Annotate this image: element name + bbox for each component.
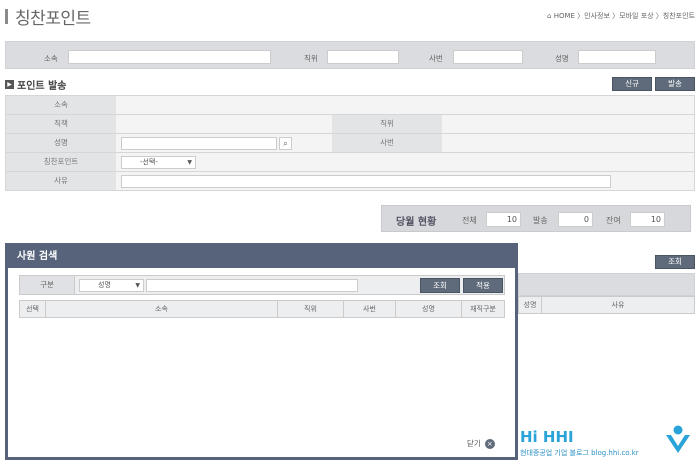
form-empno-value — [442, 134, 694, 152]
point-select-value: -선택- — [140, 158, 158, 166]
send-button[interactable]: 발송 — [655, 77, 695, 91]
modal-close-button[interactable]: 닫기 × — [467, 438, 495, 449]
form-name-input[interactable] — [121, 137, 277, 150]
search-filter-bar: 소속 직위 사번 성명 — [5, 41, 695, 69]
modal-type-select[interactable]: 성명 ▼ — [79, 279, 144, 292]
chevron-down-icon: ▼ — [187, 159, 192, 166]
form-job-label: 직책 — [6, 115, 116, 133]
monthly-status: 당월 현황 전체 10 발송 0 잔여 10 — [381, 205, 691, 232]
list-table-header: 성명 사유 — [518, 296, 695, 314]
list-filter-bar — [518, 273, 695, 296]
search-name-input[interactable] — [578, 50, 656, 64]
modal-close-label: 닫기 — [467, 439, 481, 448]
form-dept-value — [116, 96, 694, 114]
section-title: ▶ 포인트 발송 — [5, 77, 66, 92]
search-position-input[interactable] — [327, 50, 399, 64]
search-position-label: 직위 — [304, 54, 318, 63]
form-dept-label: 소속 — [6, 96, 116, 114]
form-empno-label: 사번 — [332, 134, 442, 152]
modal-type-label: 구분 — [20, 276, 75, 294]
search-dept-input[interactable] — [68, 50, 271, 64]
hhi-logo-icon — [666, 425, 690, 453]
status-sent-value: 0 — [558, 212, 593, 227]
list-col-name: 성명 — [519, 297, 542, 313]
search-dept-label: 소속 — [44, 54, 58, 63]
form-reason-cell — [116, 172, 694, 190]
modal-col-name: 성명 — [396, 301, 462, 317]
modal-apply-button[interactable]: 적용 — [463, 278, 503, 293]
breadcrumb: ⌂ HOME 〉인사정보 〉모바일 포상 〉칭찬포인트 — [547, 12, 695, 20]
close-icon: × — [484, 438, 495, 449]
section-title-text: 포인트 발송 — [17, 81, 67, 92]
form-name-label: 성명 — [6, 134, 116, 152]
form-job-value — [116, 115, 332, 133]
search-name-label: 성명 — [555, 54, 569, 63]
chevron-down-icon: ▼ — [135, 282, 140, 289]
status-remain-value: 10 — [630, 212, 665, 227]
modal-col-dept: 소속 — [46, 301, 278, 317]
modal-keyword-input[interactable] — [146, 279, 358, 292]
point-select[interactable]: -선택- ▼ — [121, 156, 196, 169]
modal-col-select: 선택 — [20, 301, 46, 317]
list-query-button[interactable]: 조회 — [655, 255, 695, 269]
point-form: 소속 직책 직위 성명 ⌕ 사번 칭찬포인트 -선택- ▼ 사유 — [5, 95, 695, 191]
modal-query-button[interactable]: 조회 — [420, 278, 460, 293]
status-title: 당월 현황 — [396, 217, 437, 228]
search-empno-input[interactable] — [453, 50, 523, 64]
form-name-cell: ⌕ — [116, 134, 332, 152]
watermark-subtitle: 현대중공업 기업 블로그 blog.hhi.co.kr — [520, 449, 639, 457]
form-position-label: 직위 — [332, 115, 442, 133]
status-total-label: 전체 — [462, 216, 477, 225]
page-title: 칭찬포인트 — [15, 9, 91, 29]
title-accent-bar — [5, 9, 8, 24]
status-remain-label: 잔여 — [606, 216, 621, 225]
list-col-reason: 사유 — [611, 301, 625, 309]
modal-type-value: 성명 — [98, 281, 111, 289]
modal-col-position: 직위 — [278, 301, 344, 317]
form-position-value — [442, 115, 694, 133]
form-reason-label: 사유 — [6, 172, 116, 190]
modal-filter-bar: 구분 성명 ▼ 조회 적용 — [19, 275, 505, 295]
modal-col-status: 재직구분 — [470, 305, 496, 313]
arrow-right-icon: ▶ — [5, 80, 14, 89]
watermark-brand: Hi HHI — [520, 428, 574, 446]
search-empno-label: 사번 — [429, 54, 443, 63]
modal-col-empno: 사번 — [344, 301, 396, 317]
reason-input[interactable] — [121, 175, 611, 188]
form-point-label: 칭찬포인트 — [6, 153, 116, 171]
status-sent-label: 발송 — [533, 216, 548, 225]
modal-title: 사원 검색 — [8, 246, 515, 268]
modal-table-header: 선택 소속 직위 사번 성명 재직구분 — [19, 300, 505, 318]
search-icon[interactable]: ⌕ — [279, 137, 292, 150]
employee-search-modal: 사원 검색 구분 성명 ▼ 조회 적용 선택 소속 직위 사번 성명 재직구분 … — [5, 243, 518, 460]
form-point-cell: -선택- ▼ — [116, 153, 694, 171]
status-total-value: 10 — [486, 212, 521, 227]
new-button[interactable]: 신규 — [612, 77, 652, 91]
